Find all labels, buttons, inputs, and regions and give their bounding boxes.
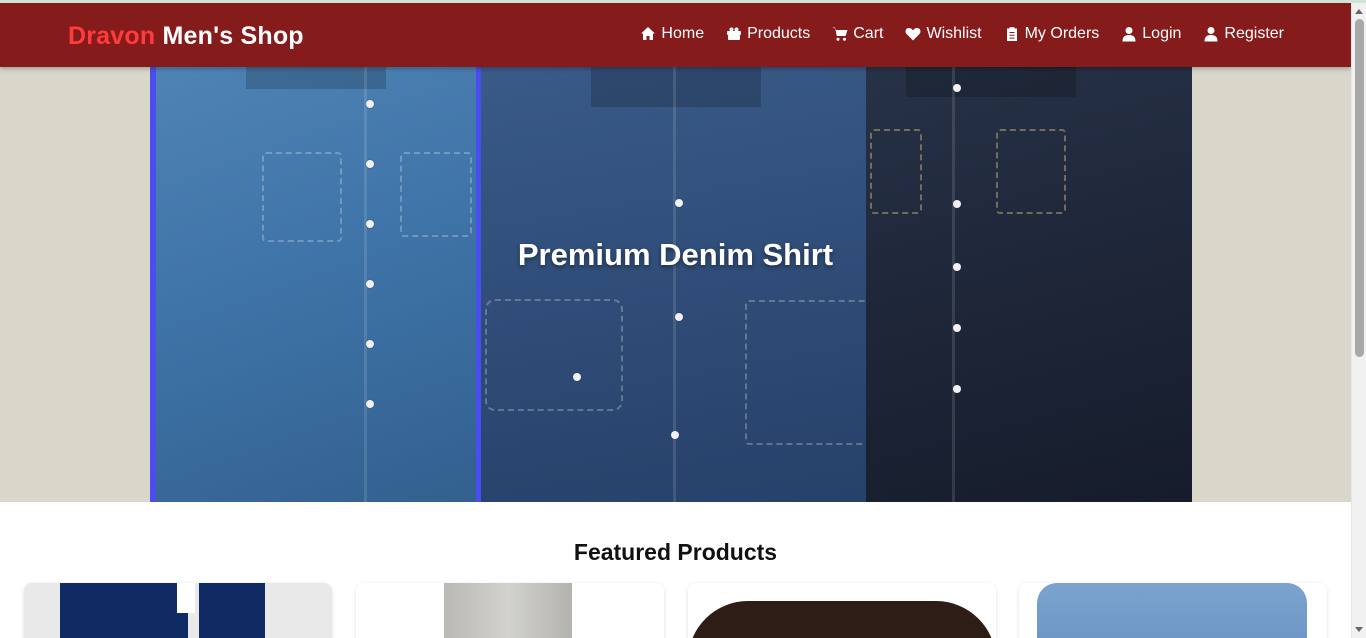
nav-home-label: Home (661, 25, 705, 42)
brand-name-accent: Dravon (68, 22, 156, 50)
hero-banner[interactable]: Premium Denim Shirt (0, 67, 1351, 502)
collar (906, 67, 1076, 97)
shirt-pocket (870, 129, 922, 214)
shirt-button (953, 385, 961, 393)
shirt-button (953, 200, 961, 208)
cart-icon (832, 27, 848, 41)
clipboard-icon (1006, 27, 1017, 41)
raw-denim-shirt-image (866, 67, 1192, 502)
navbar: Dravon Men's Shop Home Products Cart Wis… (0, 3, 1351, 67)
nav-my-orders-label: My Orders (1024, 25, 1100, 42)
nav-cart-label: Cart (853, 25, 884, 42)
scroll-down-arrow-icon[interactable] (1355, 627, 1363, 632)
shirt-button (366, 220, 374, 228)
shirt-placket (952, 67, 955, 502)
nav-login-label: Login (1142, 25, 1182, 42)
light-denim-shirt-image (1019, 583, 1327, 638)
nav-products[interactable]: Products (726, 25, 810, 43)
main-nav: Home Products Cart Wishlist My Orders Lo… (640, 25, 1284, 43)
nav-wishlist[interactable]: Wishlist (905, 25, 982, 43)
nav-register-label: Register (1224, 25, 1284, 42)
shirt-pocket (745, 300, 871, 445)
navy-shirt-image (24, 583, 332, 638)
dark-denim-shirt-image (476, 67, 871, 502)
featured-products-heading: Featured Products (573, 539, 778, 565)
page: Dravon Men's Shop Home Products Cart Wis… (0, 3, 1351, 638)
nav-login[interactable]: Login (1121, 25, 1181, 43)
gift-icon (727, 27, 742, 40)
shirt-button (366, 280, 374, 288)
scroll-up-arrow-icon[interactable] (1355, 9, 1363, 14)
shirt-button (366, 100, 374, 108)
user-icon (1122, 27, 1136, 42)
nav-products-label: Products (747, 25, 811, 42)
shirt-body (60, 583, 188, 638)
heart-icon (906, 28, 921, 41)
scrollbar-thumb[interactable] (1355, 19, 1364, 357)
brand-name: Men's Shop (162, 22, 304, 50)
light-denim-shirt-image (150, 67, 484, 502)
shirt-pocket (262, 152, 342, 242)
shirt-button (366, 340, 374, 348)
shirt-button (671, 431, 679, 439)
shirt-collar-white (177, 583, 195, 613)
shirt-cuff (485, 299, 623, 411)
shirt-button (366, 400, 374, 408)
brown-belt-image (688, 583, 996, 638)
product-card[interactable] (24, 583, 332, 638)
nav-cart[interactable]: Cart (832, 25, 883, 43)
grey-trousers-image (356, 583, 664, 638)
nav-my-orders[interactable]: My Orders (1004, 25, 1100, 43)
home-icon (641, 27, 656, 40)
shirt-button (675, 199, 683, 207)
brand-logo[interactable]: Dravon Men's Shop (68, 22, 304, 51)
collar (591, 67, 761, 107)
product-card[interactable] (688, 583, 996, 638)
hero-title: Premium Denim Shirt (517, 237, 834, 272)
product-card[interactable] (1019, 583, 1327, 638)
vertical-scrollbar[interactable] (1351, 3, 1366, 638)
shirt-pocket (996, 129, 1066, 214)
product-card[interactable] (356, 583, 664, 638)
shirt-body (199, 583, 265, 638)
trousers (444, 583, 572, 638)
shirt-body (1037, 583, 1307, 638)
shirt-button (366, 160, 374, 168)
shirt-button (953, 324, 961, 332)
nav-wishlist-label: Wishlist (926, 25, 982, 42)
nav-register[interactable]: Register (1203, 25, 1284, 43)
shirt-pocket (400, 152, 472, 237)
belt (688, 601, 996, 638)
nav-home[interactable]: Home (640, 25, 704, 43)
shirt-button (675, 313, 683, 321)
user-icon (1204, 27, 1218, 42)
shirt-button (953, 84, 961, 92)
